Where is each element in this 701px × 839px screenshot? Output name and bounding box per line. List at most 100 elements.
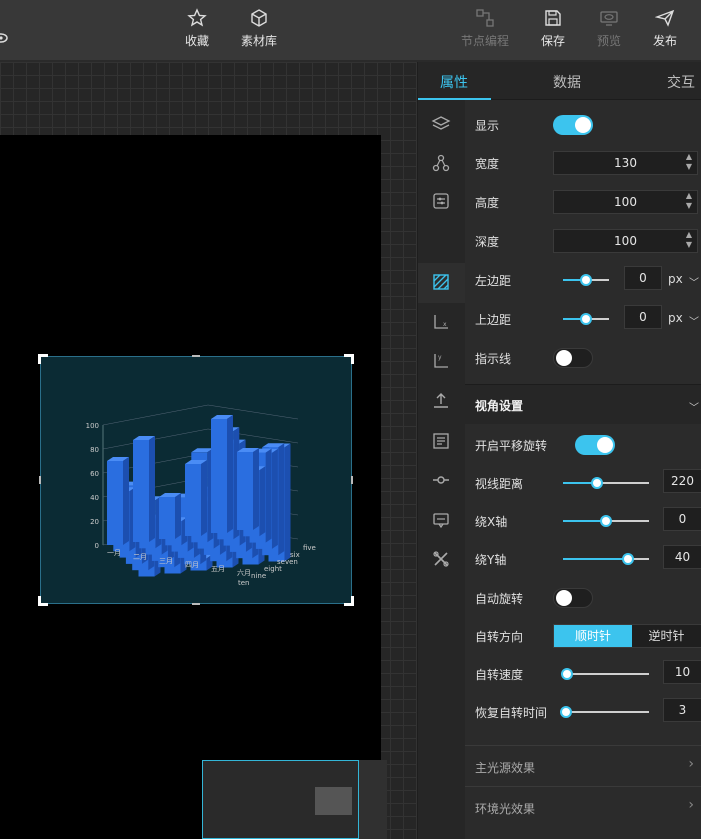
save-button[interactable]: 保存 — [523, 8, 583, 49]
minimap[interactable] — [202, 760, 359, 839]
resize-handle-top-left[interactable] — [38, 354, 48, 364]
bar-side — [259, 466, 266, 537]
depth-stepper[interactable]: ▲ ▼ — [683, 230, 695, 252]
grid-line — [102, 428, 209, 450]
node-graph-icon — [476, 9, 494, 27]
resize-handle-top-right[interactable] — [344, 354, 354, 364]
main-light-label: 主光源效果 — [475, 761, 536, 775]
floppy-disk-icon — [545, 10, 561, 26]
ambient-light-label: 环境光效果 — [475, 802, 536, 816]
slider-thumb[interactable] — [561, 668, 574, 680]
layers-icon[interactable] — [431, 114, 451, 134]
nodes-icon[interactable] — [431, 153, 451, 173]
pan-rotate-toggle[interactable] — [575, 435, 615, 455]
main-light-section[interactable]: 主光源效果 › — [465, 745, 701, 785]
minimap-viewport[interactable] — [315, 787, 352, 815]
publish-button[interactable]: 发布 — [635, 8, 695, 49]
height-input[interactable]: 100 ▲ ▼ — [553, 190, 698, 214]
chevron-down-icon[interactable]: ﹀ — [689, 313, 699, 328]
preview-label: 预览 — [596, 34, 621, 48]
chart-component[interactable]: 0 20 40 60 80 100 一月 二月 三月 四月 五月 六月 five six seven eigh… — [38, 354, 354, 606]
rotate-y-label: 绕Y轴 — [475, 553, 507, 567]
asset-library-button[interactable]: 素材库 — [229, 8, 289, 49]
preview-button[interactable]: 预览 — [579, 8, 639, 49]
top-margin-unit[interactable]: px — [668, 311, 683, 325]
view-distance-slider[interactable] — [563, 477, 649, 489]
rotate-speed-input[interactable]: 10 — [663, 660, 701, 684]
chevron-down-icon[interactable]: ﹀ — [689, 274, 699, 289]
visibility-icon[interactable] — [0, 30, 8, 49]
resize-handle-bottom-right[interactable] — [344, 596, 354, 606]
width-input[interactable]: 130 ▲ ▼ — [553, 151, 698, 175]
rotate-x-input[interactable]: 0 — [663, 507, 701, 531]
rotate-speed-slider[interactable] — [561, 668, 649, 680]
resize-handle-right[interactable] — [351, 476, 353, 484]
chevron-down-icon[interactable]: ﹀ — [689, 399, 699, 414]
rotate-x-label: 绕X轴 — [475, 515, 508, 529]
grid-line — [102, 404, 209, 426]
hatch-material-icon[interactable] — [431, 272, 451, 292]
resize-handle-top[interactable] — [192, 355, 200, 357]
view-settings-section[interactable]: 视角设置 ﹀ — [465, 384, 701, 424]
x-tick-label: 三月 — [159, 557, 173, 565]
slider-thumb[interactable] — [580, 313, 592, 325]
tab-properties[interactable]: 属性 — [440, 72, 468, 92]
indicator-line-toggle[interactable] — [553, 348, 593, 368]
bar — [159, 497, 175, 539]
slider-thumb[interactable] — [580, 274, 592, 286]
resize-handle-bottom[interactable] — [192, 603, 200, 605]
favorites-label: 收藏 — [184, 34, 209, 48]
tab-interaction[interactable]: 交互 — [667, 72, 695, 92]
view-distance-input[interactable]: 220 — [663, 469, 701, 493]
top-margin-input[interactable]: 0 — [624, 305, 662, 329]
slider-thumb[interactable] — [591, 477, 604, 489]
counter-clockwise-option[interactable]: 逆时针 — [632, 625, 701, 647]
show-toggle[interactable] — [553, 115, 593, 135]
depth-tick-label: five — [303, 544, 316, 552]
timeline-icon[interactable] — [431, 470, 451, 490]
node-programming-button[interactable]: 节点编程 — [455, 8, 515, 49]
node-programming-label: 节点编程 — [460, 34, 509, 48]
editor-canvas[interactable]: 0 20 40 60 80 100 一月 二月 三月 四月 五月 六月 five six seven eigh… — [0, 62, 417, 839]
tools-icon[interactable] — [431, 549, 451, 569]
resize-handle-bottom-left[interactable] — [38, 596, 48, 606]
pan-rotate-label: 开启平移旋转 — [475, 439, 548, 453]
upload-icon[interactable] — [431, 390, 451, 410]
auto-rotate-toggle[interactable] — [553, 588, 593, 608]
list-panel-icon[interactable] — [431, 431, 451, 451]
settings-panel-icon[interactable] — [431, 191, 451, 211]
slider-thumb[interactable] — [621, 553, 634, 565]
depth-input[interactable]: 100 ▲ ▼ — [553, 229, 698, 253]
rotate-direction-label: 自转方向 — [475, 630, 524, 644]
height-value: 100 — [614, 195, 637, 209]
rotate-y-input[interactable]: 40 — [663, 545, 701, 569]
slider-thumb[interactable] — [600, 515, 612, 527]
artboard[interactable]: 0 20 40 60 80 100 一月 二月 三月 四月 五月 六月 five six seven eigh… — [0, 135, 381, 839]
x-axis-icon[interactable]: x — [431, 312, 451, 332]
favorites-button[interactable]: 收藏 — [167, 8, 227, 49]
tab-data[interactable]: 数据 — [553, 72, 581, 92]
height-stepper[interactable]: ▲ ▼ — [683, 191, 695, 213]
y-axis-icon[interactable]: y — [431, 351, 451, 371]
left-margin-slider[interactable] — [563, 274, 609, 286]
restore-rotate-time-slider[interactable] — [559, 706, 649, 718]
bar-side — [284, 443, 291, 562]
indicator-line-label: 指示线 — [475, 352, 512, 366]
resize-handle-left[interactable] — [39, 476, 41, 484]
minimap-side — [359, 760, 387, 839]
left-margin-input[interactable]: 0 — [624, 266, 662, 290]
rotate-y-slider[interactable] — [563, 553, 649, 565]
left-margin-unit[interactable]: px — [668, 272, 683, 286]
slider-thumb[interactable] — [559, 706, 572, 718]
clockwise-option[interactable]: 顺时针 — [554, 625, 632, 647]
view-distance-label: 视线距离 — [475, 477, 524, 491]
rotate-speed-label: 自转速度 — [475, 668, 524, 682]
tooltip-icon[interactable] — [431, 510, 451, 530]
view-distance-value: 220 — [671, 474, 694, 488]
top-margin-slider[interactable] — [563, 313, 609, 325]
property-form: 显示 宽度 130 ▲ ▼ 高度 100 ▲ ▼ 深度 100 ▲ ▼ 左边距 0 p… — [465, 100, 701, 839]
restore-rotate-time-input[interactable]: 3 — [663, 698, 701, 722]
ambient-light-section[interactable]: 环境光效果 › — [465, 786, 701, 826]
rotate-x-slider[interactable] — [563, 515, 649, 527]
width-stepper[interactable]: ▲ ▼ — [683, 152, 695, 174]
